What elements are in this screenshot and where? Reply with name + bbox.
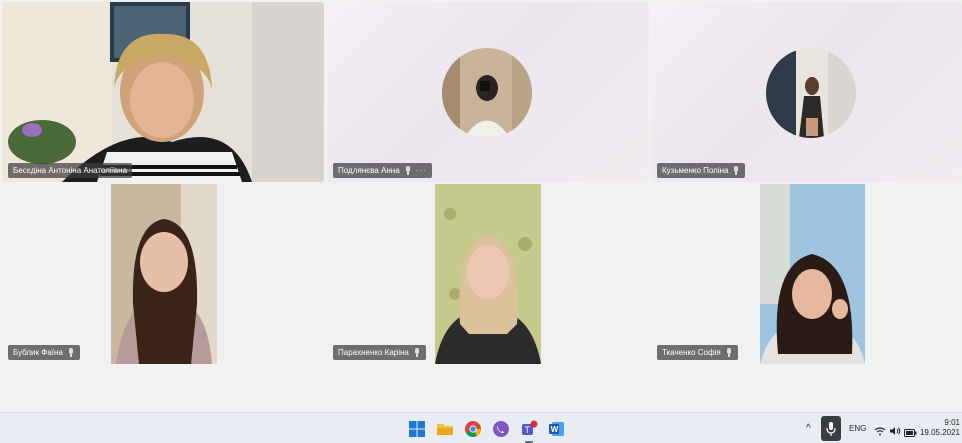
more-options-icon[interactable]: ··· — [416, 163, 427, 178]
participant-video-6 — [760, 184, 865, 364]
participant-video-5 — [435, 184, 541, 364]
participant-name: Ткаченко Софія — [662, 348, 721, 357]
mic-muted-icon — [67, 348, 75, 357]
wifi-icon[interactable] — [874, 423, 886, 436]
clock-date: 19.05.2021 — [919, 428, 960, 437]
participant-name: Подлянєва Анна — [338, 166, 400, 175]
participant-name-tag: Подлянєва Анна ··· — [333, 163, 432, 178]
participant-tile-5[interactable]: Парахненко Каріна — [327, 184, 649, 364]
microphone-tray-icon[interactable] — [821, 416, 841, 441]
participant-tile-3[interactable]: Кузьменко Поліна — [651, 2, 962, 182]
svg-text:W: W — [551, 425, 559, 434]
participant-name-tag: Ткаченко Софія — [657, 345, 738, 360]
video-grid: Бесєдіна Антоніна Анатоліївна Подлянєва … — [0, 0, 962, 412]
participant-name-tag: Кузьменко Поліна — [657, 163, 746, 178]
participant-name-tag: Парахненко Каріна — [333, 345, 426, 360]
svg-text:T: T — [525, 425, 531, 435]
windows-taskbar: T W ^ ENG 9:01 19.05.2021 — [0, 412, 962, 443]
participant-video-4 — [111, 184, 217, 364]
participant-name-tag: Бесєдіна Антоніна Анатоліївна — [8, 163, 133, 178]
participant-name: Бублик Фаїна — [13, 348, 63, 357]
participant-avatar-2 — [442, 48, 532, 138]
participant-tile-1[interactable]: Бесєдіна Антоніна Анатоліївна — [2, 2, 324, 182]
participant-name-tag: Бублик Фаїна — [8, 345, 80, 360]
participant-avatar-3 — [766, 48, 856, 138]
participant-video-1 — [2, 2, 324, 182]
word-icon[interactable]: W — [547, 419, 567, 439]
system-clock[interactable]: 9:01 19.05.2021 — [920, 418, 960, 438]
windows-start-icon[interactable] — [407, 419, 427, 439]
volume-icon[interactable] — [889, 423, 901, 435]
battery-icon[interactable] — [904, 424, 917, 437]
file-explorer-icon[interactable] — [435, 419, 455, 439]
viber-icon[interactable] — [491, 419, 511, 439]
clock-time: 9:01 — [944, 418, 960, 427]
mic-muted-icon — [725, 348, 733, 357]
mic-muted-icon — [404, 166, 412, 175]
mic-muted-icon — [413, 348, 421, 357]
participant-name: Кузьменко Поліна — [662, 166, 729, 175]
chrome-icon[interactable] — [463, 419, 483, 439]
tray-overflow-chevron[interactable]: ^ — [806, 413, 811, 443]
mic-muted-icon — [732, 166, 740, 175]
participant-name: Бесєдіна Антоніна Анатоліївна — [13, 166, 128, 175]
language-indicator[interactable]: ENG — [849, 413, 866, 443]
participant-tile-6[interactable]: Ткаченко Софія — [651, 184, 962, 364]
teams-icon[interactable]: T — [519, 419, 539, 443]
participant-tile-2[interactable]: Подлянєва Анна ··· — [327, 2, 649, 182]
participant-tile-4[interactable]: Бублик Фаїна — [2, 184, 324, 364]
participant-name: Парахненко Каріна — [338, 348, 409, 357]
